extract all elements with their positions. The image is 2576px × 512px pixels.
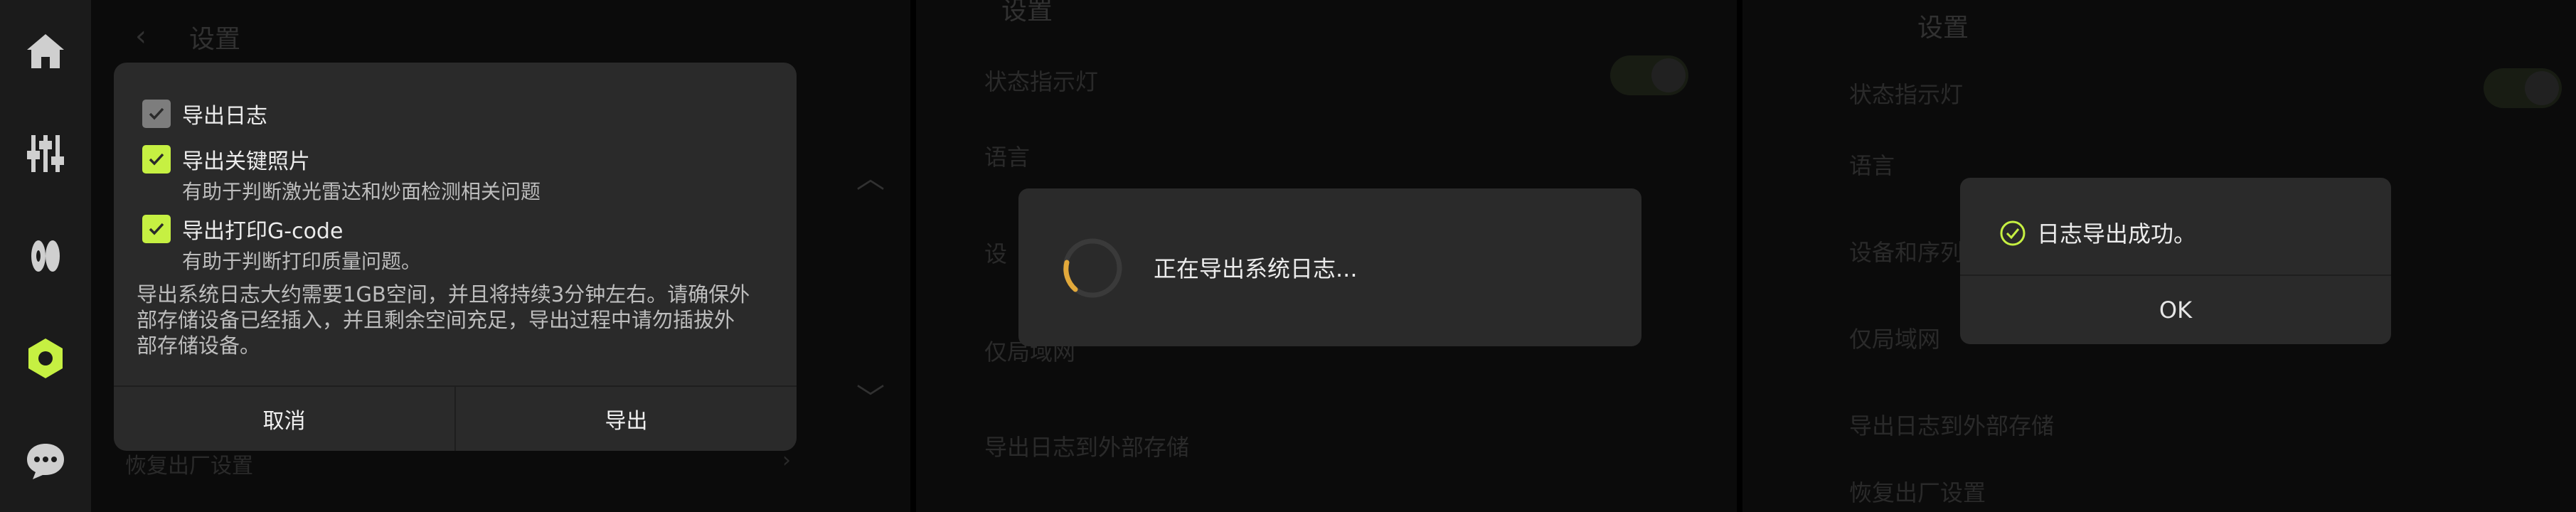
export-success-screen: 设置 状态指示灯 语言 设备和序列号 仅局域网 导出日志到外部存储 恢复出厂设置…	[1742, 0, 2576, 512]
success-dialog: 日志导出成功。 OK	[1960, 178, 2391, 344]
cancel-button[interactable]: 取消	[114, 387, 454, 451]
exporting-screen: 设置 状态指示灯 语言 设 仅局域网 导出日志到外部存储 正在导出系统日志...	[916, 0, 1737, 512]
checkbox-icon[interactable]	[142, 215, 171, 243]
sidebar	[0, 0, 91, 512]
option-label: 导出日志	[182, 104, 267, 129]
loading-message: 正在导出系统日志...	[1154, 255, 1358, 282]
ok-button[interactable]: OK	[1960, 274, 2391, 344]
note-line: 导出系统日志大约需要1GB空间，并且将持续3分钟左右。请确保外	[137, 282, 750, 306]
check-circle-icon	[2000, 220, 2026, 246]
export-dialog-screen: ‹ 设置 ︿ ﹀ 恢复出厂设置 › 导出日志 导出关键照片 有助于判断激光雷达和…	[0, 0, 910, 512]
export-photos-option[interactable]: 导出关键照片	[142, 144, 310, 175]
panel-separator	[910, 0, 916, 512]
option-label: 导出打印G-code	[182, 219, 344, 244]
dialog-note: 导出系统日志大约需要1GB空间，并且将持续3分钟左右。请确保外 部存储设备已经插…	[137, 282, 777, 358]
option-label: 导出关键照片	[182, 149, 310, 174]
spinner-icon	[1063, 238, 1122, 298]
filament-icon[interactable]	[21, 232, 70, 280]
chat-icon[interactable]	[21, 437, 70, 485]
checkbox-icon[interactable]	[142, 145, 171, 174]
option-description: 有助于判断激光雷达和炒面检测相关问题	[182, 180, 541, 203]
export-log-option[interactable]: 导出日志	[142, 98, 267, 129]
export-log-dialog: 导出日志 导出关键照片 有助于判断激光雷达和炒面检测相关问题 导出打印G-cod…	[114, 63, 797, 451]
sliders-icon[interactable]	[21, 129, 70, 178]
loading-dialog: 正在导出系统日志...	[1018, 188, 1641, 346]
note-line: 部存储设备。	[137, 334, 261, 358]
export-button[interactable]: 导出	[454, 387, 797, 451]
export-gcode-option[interactable]: 导出打印G-code	[142, 213, 343, 245]
note-line: 部存储设备已经插入，并且剩余空间充足，导出过程中请勿插拔外	[137, 308, 735, 332]
success-message: 日志导出成功。	[2037, 220, 2197, 247]
home-icon[interactable]	[21, 27, 70, 75]
settings-hex-icon[interactable]	[21, 334, 70, 383]
dialog-buttons: 取消 导出	[114, 385, 797, 451]
option-description: 有助于判断打印质量问题。	[182, 250, 422, 273]
checkbox-icon[interactable]	[142, 100, 171, 128]
panel-separator	[1737, 0, 1742, 512]
